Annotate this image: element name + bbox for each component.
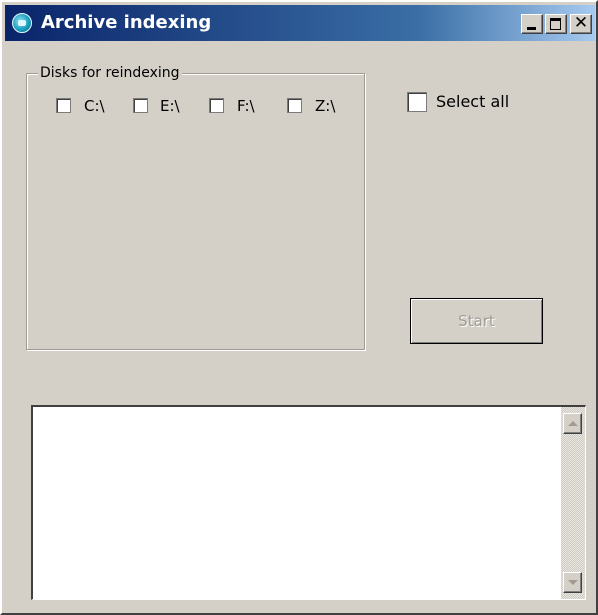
title-bar[interactable]: Archive indexing ✕ [5,5,595,41]
start-button-label: Start [458,312,495,330]
log-textarea[interactable] [31,405,586,600]
disk-z-checkbox[interactable] [287,98,302,113]
disks-group-label: Disks for reindexing [38,63,182,83]
disk-f-label: F:\ [237,97,255,115]
disk-e-checkbox[interactable] [133,98,148,113]
vertical-scrollbar[interactable] [561,407,585,599]
select-all-label: Select all [436,92,510,111]
start-button[interactable]: Start [410,298,543,344]
minimize-button[interactable] [521,14,543,34]
disk-c-checkbox[interactable] [56,98,71,113]
maximize-button[interactable] [545,14,567,34]
window-title: Archive indexing [41,12,212,33]
select-all-checkbox[interactable] [407,92,427,112]
disk-e-label: E:\ [160,97,180,115]
disk-f-checkbox[interactable] [209,98,224,113]
app-window: Archive indexing ✕ Disks for reindexing … [0,0,598,615]
app-icon [12,13,32,33]
close-button[interactable]: ✕ [570,13,592,34]
scroll-up-arrow-icon[interactable] [563,413,582,434]
disk-c-label: C:\ [84,97,105,115]
close-icon: ✕ [573,13,589,33]
disk-z-label: Z:\ [315,97,336,115]
scroll-down-arrow-icon[interactable] [563,572,582,593]
